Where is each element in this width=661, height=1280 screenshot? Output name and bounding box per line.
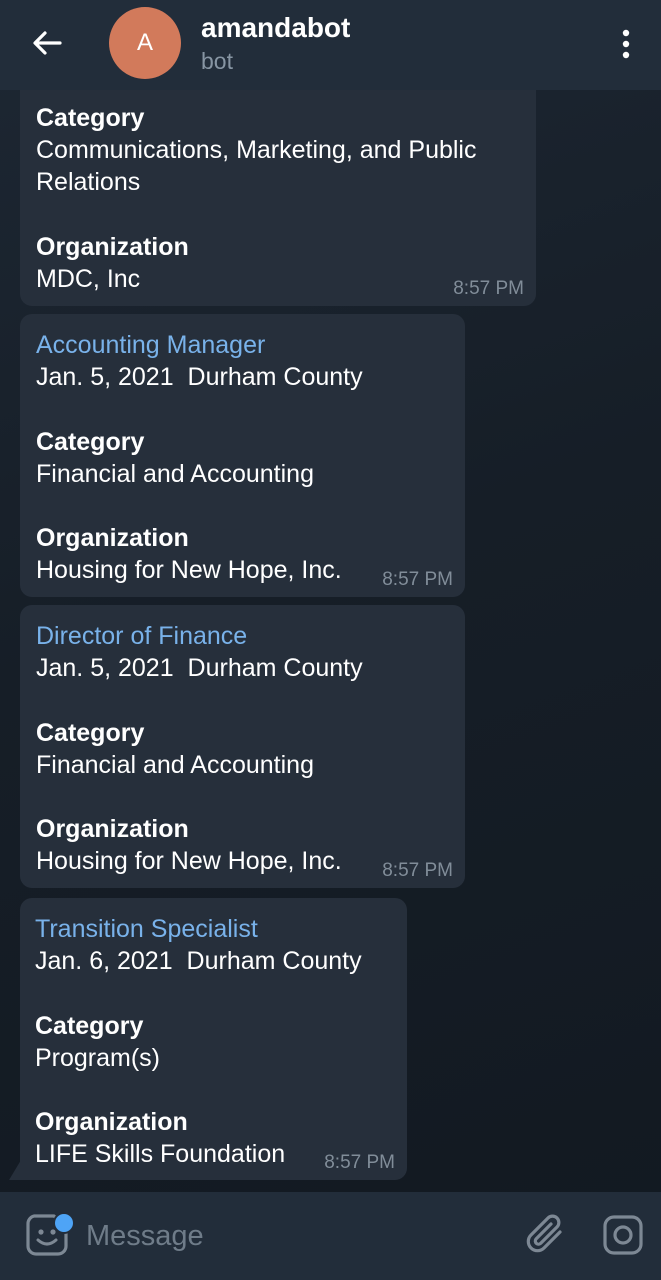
job-location: Durham County (187, 654, 363, 682)
more-options-button[interactable] (610, 24, 642, 64)
attach-button[interactable] (524, 1212, 568, 1256)
back-button[interactable] (22, 22, 72, 64)
organization-value: Housing for New Hope, Inc. (36, 847, 342, 875)
category-label: Category (36, 104, 145, 132)
job-date-location: Jan. 6, 2021 Durham County (35, 945, 362, 977)
notification-dot (53, 1212, 75, 1234)
avatar-letter: A (136, 29, 153, 56)
category-value: Program(s) (35, 1044, 161, 1072)
message-bubble[interactable]: Transition Specialist Jan. 6, 2021 Durha… (20, 898, 407, 1180)
category-label: Category (35, 1012, 144, 1040)
message-time: 8:57 PM (382, 569, 453, 590)
chat-subtitle: bot (201, 48, 233, 74)
organization-label: Organization (35, 1108, 188, 1136)
chat-screen: A amandabot bot Category Communications,… (0, 0, 661, 1280)
message-time: 8:57 PM (324, 1152, 395, 1173)
message-composer (0, 1192, 661, 1280)
category-label: Category (36, 428, 145, 456)
message-time: 8:57 PM (382, 860, 453, 881)
job-date: Jan. 5, 2021 (36, 363, 174, 391)
category-value: Financial and Accounting (36, 460, 314, 488)
job-title-link[interactable]: Director of Finance (36, 620, 247, 652)
message-time: 8:57 PM (453, 278, 524, 299)
category-value: Communications, Marketing, and Public (36, 136, 477, 164)
category-value-continued: Relations (36, 168, 141, 196)
camera-button[interactable] (602, 1214, 644, 1256)
camera-icon (603, 1215, 643, 1255)
category-label: Category (36, 719, 145, 747)
job-location: Durham County (186, 947, 362, 975)
organization-label: Organization (36, 524, 189, 552)
arrow-left-icon (33, 31, 62, 55)
job-title-link[interactable]: Transition Specialist (35, 913, 258, 945)
chat-header: A amandabot bot (0, 0, 661, 90)
job-date: Jan. 5, 2021 (36, 654, 174, 682)
organization-value: MDC, Inc (36, 265, 141, 293)
message-bubble[interactable]: Director of Finance Jan. 5, 2021 Durham … (20, 605, 465, 888)
paperclip-icon (526, 1214, 562, 1253)
job-date-location: Jan. 5, 2021 Durham County (36, 652, 363, 684)
message-bubble[interactable]: Category Communications, Marketing, and … (20, 60, 536, 306)
organization-value: Housing for New Hope, Inc. (36, 556, 342, 584)
job-date: Jan. 6, 2021 (35, 947, 173, 975)
category-value: Financial and Accounting (36, 751, 314, 779)
avatar[interactable]: A (109, 7, 181, 79)
message-bubble[interactable]: Accounting Manager Jan. 5, 2021 Durham C… (20, 314, 465, 597)
organization-value: LIFE Skills Foundation (35, 1140, 286, 1168)
job-location: Durham County (187, 363, 363, 391)
chat-title[interactable]: amandabot (201, 12, 350, 44)
organization-label: Organization (36, 815, 189, 843)
message-input[interactable] (86, 1214, 506, 1258)
organization-label: Organization (36, 233, 189, 261)
job-title-link[interactable]: Accounting Manager (36, 329, 265, 361)
more-vertical-icon (622, 29, 630, 59)
job-date-location: Jan. 5, 2021 Durham County (36, 361, 363, 393)
